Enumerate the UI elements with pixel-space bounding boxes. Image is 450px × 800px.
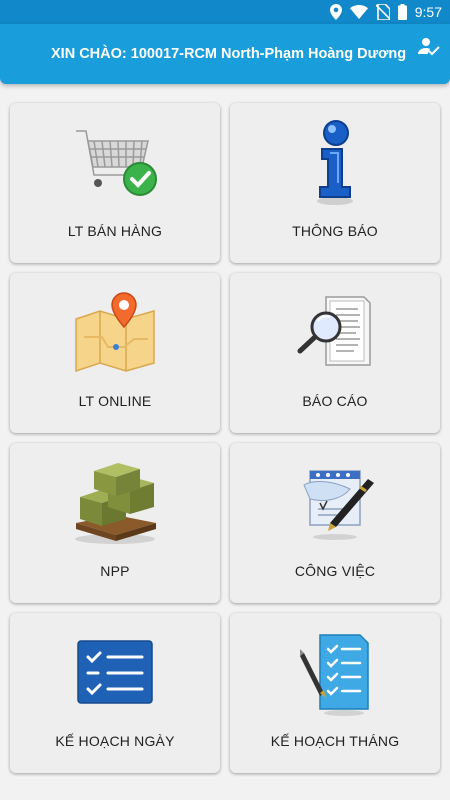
menu-tile-thong-bao[interactable]: THÔNG BÁO <box>230 103 440 263</box>
user-check-icon[interactable] <box>418 36 440 58</box>
menu-tile-lt-online[interactable]: LT ONLINE <box>10 273 220 433</box>
menu-tile-ke-hoach-ngay[interactable]: KẾ HOẠCH NGÀY <box>10 613 220 773</box>
menu-tile-label: KẾ HOẠCH NGÀY <box>55 733 175 749</box>
menu-tile-label: LT BÁN HÀNG <box>67 223 163 239</box>
menu-grid: LT BÁN HÀNG THÔNG BÁO LT ONLINE BÁO CÁO … <box>10 103 440 773</box>
map-pin-icon <box>70 287 160 377</box>
info-icon <box>290 117 380 207</box>
menu-tile-label: LT ONLINE <box>78 393 152 409</box>
no-sim-icon <box>375 4 390 20</box>
menu-tile-cong-viec[interactable]: CÔNG VIỆC <box>230 443 440 603</box>
menu-tile-label: NPP <box>100 563 130 579</box>
boxes-pallet-icon <box>70 457 160 547</box>
menu-tile-label: BÁO CÁO <box>302 393 368 409</box>
status-time: 9:57 <box>414 4 442 20</box>
checklist-pen-icon <box>290 627 380 717</box>
status-bar: 9:57 <box>0 0 450 24</box>
location-icon <box>329 4 342 20</box>
menu-tile-label: KẾ HOẠCH THÁNG <box>270 733 400 749</box>
menu-tile-label: THÔNG BÁO <box>292 223 378 239</box>
page-title: XIN CHÀO: 100017-RCM North-Phạm Hoàng Dư… <box>51 46 407 62</box>
menu-tile-lt-ban-hang[interactable]: LT BÁN HÀNG <box>10 103 220 263</box>
menu-tile-npp[interactable]: NPP <box>10 443 220 603</box>
shopping-cart-check-icon <box>70 117 160 207</box>
battery-icon <box>397 4 407 20</box>
checklist-icon <box>70 627 160 717</box>
menu-tile-label: CÔNG VIỆC <box>294 563 376 579</box>
report-magnifier-icon <box>290 287 380 377</box>
document-pen-icon <box>290 457 380 547</box>
wifi-icon <box>349 5 368 19</box>
app-bar: XIN CHÀO: 100017-RCM North-Phạm Hoàng Dư… <box>0 24 450 84</box>
menu-tile-ke-hoach-thang[interactable]: KẾ HOẠCH THÁNG <box>230 613 440 773</box>
menu-tile-bao-cao[interactable]: BÁO CÁO <box>230 273 440 433</box>
